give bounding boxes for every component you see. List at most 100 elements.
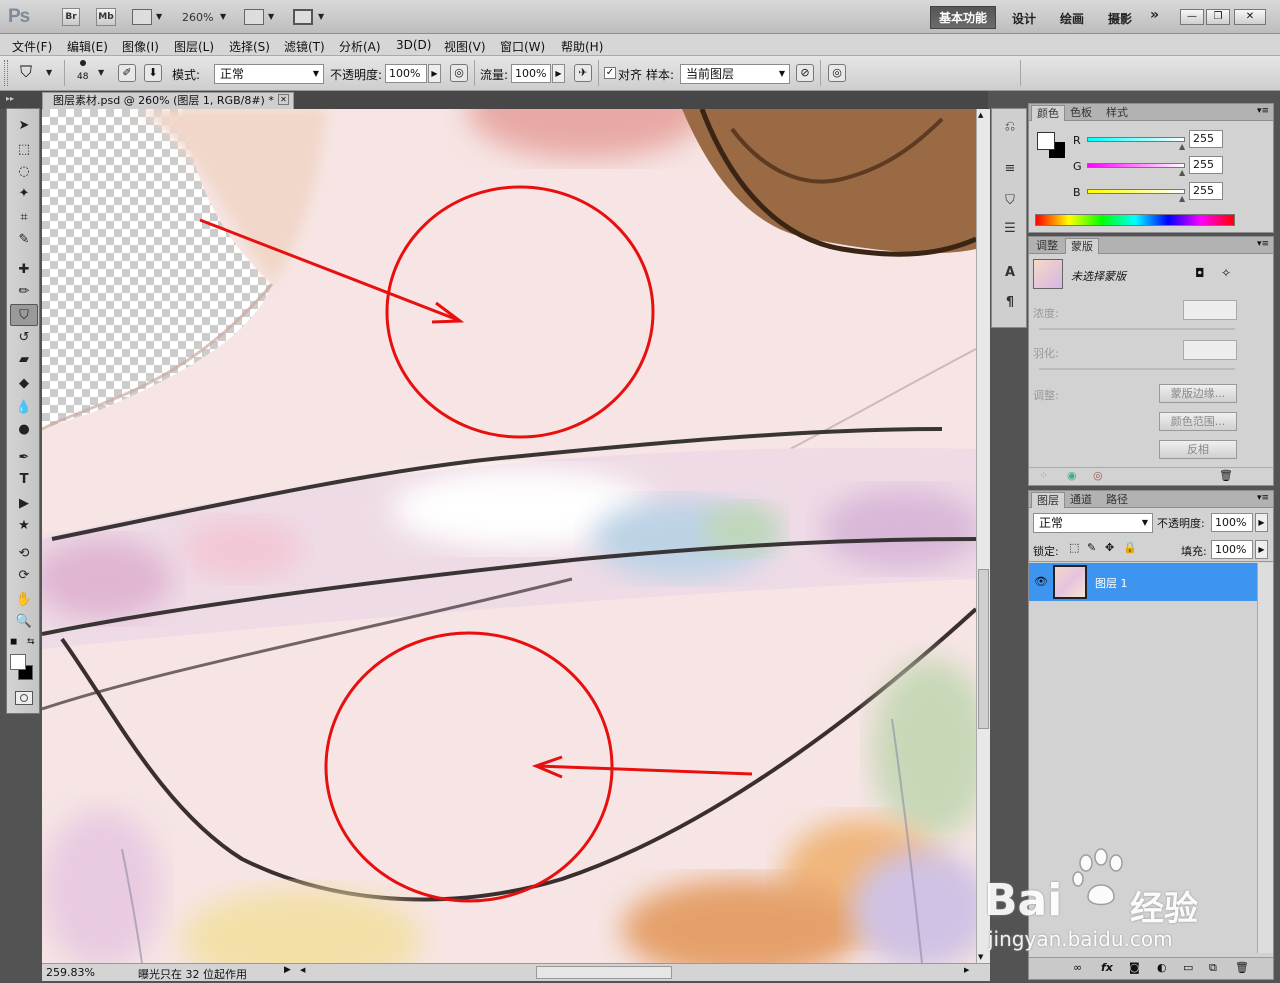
marquee-tool-icon[interactable]: ⬚: [10, 139, 38, 161]
paragraph-icon[interactable]: ¶: [1000, 295, 1020, 315]
layer-style-icon[interactable]: fx: [1101, 961, 1113, 974]
lock-all-icon[interactable]: 🔒: [1123, 541, 1137, 554]
flow-slider-toggle[interactable]: ▶: [552, 64, 565, 83]
menu-image[interactable]: 图像(I): [122, 38, 159, 55]
color-spectrum-bar[interactable]: [1035, 214, 1235, 226]
status-menu-arrow-icon[interactable]: ▶: [284, 965, 291, 975]
airbrush-icon[interactable]: ✈: [574, 64, 592, 82]
collapse-panel-icon[interactable]: ▸▸: [6, 94, 14, 103]
chevron-down-icon[interactable]: ▼: [268, 12, 274, 21]
invert-button[interactable]: 反相: [1159, 440, 1237, 459]
menu-layer[interactable]: 图层(L): [174, 38, 214, 55]
workspace-design[interactable]: 设计: [1012, 10, 1036, 27]
3d-orbit-icon[interactable]: ⟳: [10, 565, 38, 587]
blend-mode-select[interactable]: 正常 ▼: [1033, 513, 1153, 533]
lock-transparent-icon[interactable]: ⬚: [1069, 541, 1079, 554]
lasso-tool-icon[interactable]: ◌: [10, 161, 38, 183]
magic-wand-icon[interactable]: ✦: [10, 183, 38, 205]
healing-brush-icon[interactable]: ✚: [10, 259, 38, 281]
type-tool-icon[interactable]: T: [10, 469, 38, 491]
mask-edge-button[interactable]: 蒙版边缘...: [1159, 384, 1237, 403]
eraser-tool-icon[interactable]: ▰: [10, 349, 38, 371]
brush-presets-icon[interactable]: ≡: [1000, 161, 1020, 181]
tab-masks[interactable]: 蒙版: [1065, 238, 1099, 254]
scroll-thumb[interactable]: [978, 569, 989, 729]
chevron-down-icon[interactable]: ▼: [98, 68, 104, 77]
restore-button[interactable]: ❐: [1206, 9, 1230, 25]
add-mask-icon[interactable]: ◙: [1129, 961, 1140, 974]
panel-menu-icon[interactable]: ▾≡: [1257, 106, 1269, 116]
menu-3d[interactable]: 3D(D): [396, 38, 431, 52]
channel-g-value[interactable]: 255: [1189, 156, 1223, 174]
layer-name[interactable]: 图层 1: [1095, 575, 1128, 591]
foreground-swatch[interactable]: [1037, 132, 1055, 150]
visibility-eye-icon[interactable]: 👁: [1034, 575, 1048, 588]
channel-b-value[interactable]: 255: [1189, 182, 1223, 200]
grip-handle[interactable]: [4, 60, 8, 86]
bridge-button[interactable]: Br: [62, 8, 80, 26]
vector-mask-icon[interactable]: ✧: [1221, 266, 1231, 280]
workspace-essentials-button[interactable]: 基本功能: [930, 6, 996, 29]
move-tool-icon[interactable]: ➤: [10, 115, 38, 137]
fill-slider-toggle[interactable]: ▶: [1255, 540, 1268, 559]
channel-g-slider[interactable]: [1087, 163, 1185, 168]
workspace-photography[interactable]: 摄影: [1108, 10, 1132, 27]
new-layer-icon[interactable]: ⧉: [1209, 961, 1217, 975]
chevron-down-icon[interactable]: ▼: [156, 12, 162, 21]
arrange-documents-icon[interactable]: [244, 9, 264, 25]
opacity-input[interactable]: 100%: [385, 64, 427, 83]
delete-layer-icon[interactable]: 🗑: [1235, 961, 1249, 974]
eyedropper-tool-icon[interactable]: ✎: [10, 229, 38, 251]
tab-adjustments[interactable]: 调整: [1031, 238, 1063, 254]
lock-position-icon[interactable]: ✥: [1105, 541, 1114, 554]
layer-opacity-input[interactable]: 100%: [1211, 513, 1253, 532]
character-icon[interactable]: A: [1000, 265, 1020, 285]
history-brush-icon[interactable]: ↺: [10, 327, 38, 349]
link-layers-icon[interactable]: ∞: [1073, 961, 1082, 974]
menu-view[interactable]: 视图(V): [444, 38, 486, 55]
workspace-painting[interactable]: 绘画: [1060, 10, 1084, 27]
tool-presets-icon[interactable]: ☰: [1000, 221, 1020, 241]
default-colors-icon[interactable]: ◼: [10, 637, 17, 647]
screen-mode-icon[interactable]: [293, 9, 313, 25]
zoom-tool-icon[interactable]: 🔍: [10, 611, 38, 633]
tab-color[interactable]: 颜色: [1031, 105, 1065, 121]
swap-colors-icon[interactable]: ⇆: [27, 637, 35, 647]
brush-size[interactable]: 48: [77, 72, 88, 82]
close-button[interactable]: ✕: [1234, 9, 1266, 25]
clone-source-panel-icon[interactable]: ⬇: [144, 64, 162, 82]
shape-tool-icon[interactable]: ★: [10, 515, 38, 537]
opacity-slider-toggle[interactable]: ▶: [428, 64, 441, 83]
path-selection-icon[interactable]: ▶: [10, 493, 38, 515]
history-icon[interactable]: ⎌: [1000, 119, 1020, 139]
pixel-mask-icon[interactable]: ◘: [1195, 266, 1205, 280]
blur-tool-icon[interactable]: 💧: [10, 397, 38, 419]
scroll-right-icon[interactable]: ▶: [964, 966, 969, 974]
color-range-button[interactable]: 颜色范围...: [1159, 412, 1237, 431]
menu-filter[interactable]: 滤镜(T): [284, 38, 325, 55]
chevron-down-icon[interactable]: ▼: [318, 12, 324, 21]
new-group-icon[interactable]: ▭: [1183, 961, 1193, 974]
apply-mask-icon[interactable]: ◉: [1067, 469, 1077, 482]
clone-source-icon[interactable]: ⛉: [1000, 193, 1020, 213]
clone-stamp-tool-preset-icon[interactable]: ⛉: [20, 62, 32, 82]
foreground-color-swatch[interactable]: [10, 654, 26, 670]
document-canvas[interactable]: [42, 109, 976, 963]
brush-tool-icon[interactable]: ✏: [10, 281, 38, 303]
tab-paths[interactable]: 路径: [1101, 492, 1133, 508]
sample-select[interactable]: 当前图层 ▼: [680, 64, 790, 84]
panel-menu-icon[interactable]: ▾≡: [1257, 493, 1269, 503]
align-checkbox[interactable]: ✓: [604, 67, 616, 79]
quick-mask-icon[interactable]: [15, 691, 33, 705]
layer-row[interactable]: 👁 图层 1: [1029, 563, 1257, 601]
chevron-down-icon[interactable]: ▼: [220, 12, 226, 21]
channel-r-value[interactable]: 255: [1189, 130, 1223, 148]
tab-layers[interactable]: 图层: [1031, 492, 1065, 508]
view-extras-icon[interactable]: [132, 9, 152, 25]
load-selection-icon[interactable]: ⁘: [1039, 469, 1048, 482]
chevron-down-icon[interactable]: ▼: [46, 68, 52, 77]
scroll-left-icon[interactable]: ◀: [300, 966, 305, 974]
mini-bridge-button[interactable]: Mb: [96, 8, 116, 26]
zoom-level[interactable]: 260%: [182, 11, 213, 24]
menu-file[interactable]: 文件(F): [12, 38, 52, 55]
